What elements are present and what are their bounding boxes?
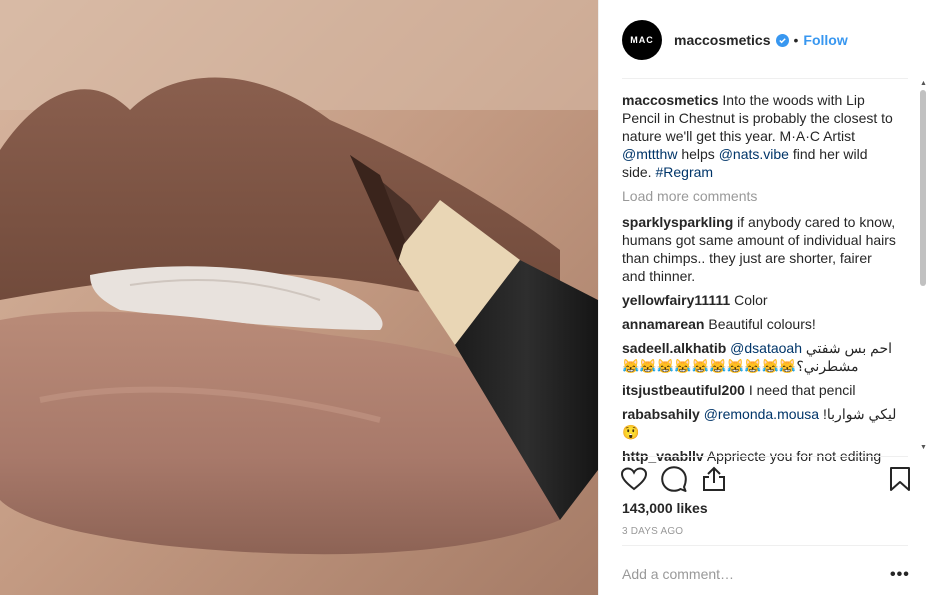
- scrollbar-thumb[interactable]: [920, 90, 926, 286]
- follow-button[interactable]: Follow: [803, 32, 847, 48]
- comments-scrollbar[interactable]: ▲ ▼: [918, 80, 926, 456]
- header-separator: •: [793, 32, 799, 48]
- author-username[interactable]: maccosmetics: [674, 32, 771, 48]
- comment-text: Color: [734, 292, 768, 308]
- post-caption: maccosmetics Into the woods with Lip Pen…: [622, 91, 898, 181]
- comment-item: sadeell.alkhatib @dsataoah احم بس شفتي م…: [622, 339, 898, 375]
- more-options-button[interactable]: •••: [890, 566, 910, 584]
- comments-divider: [622, 456, 908, 457]
- action-bar: [620, 465, 912, 495]
- likes-count[interactable]: 143,000 likes: [622, 500, 708, 516]
- comment-item: itsjustbeautiful200 I need that pencil: [622, 381, 898, 399]
- caption-text-2: helps: [677, 146, 719, 162]
- comment-bubble-icon[interactable]: [660, 465, 688, 493]
- caption-username[interactable]: maccosmetics: [622, 92, 719, 108]
- caption-mention-1[interactable]: @mttthw: [622, 146, 677, 162]
- post-timestamp[interactable]: 3 DAYS AGO: [622, 526, 683, 537]
- comment-username[interactable]: rababsahily: [622, 406, 700, 422]
- comment-item: rababsahily @remonda.mousa ليكي شواربا!😲: [622, 405, 898, 441]
- caption-mention-2[interactable]: @nats.vibe: [719, 146, 789, 162]
- post-header: MAC maccosmetics • Follow: [622, 20, 906, 60]
- comment-item: yellowfairy11111 Color: [622, 291, 898, 309]
- like-heart-icon[interactable]: [620, 465, 648, 493]
- comment-username[interactable]: yellowfairy11111: [622, 292, 730, 308]
- comment-mention[interactable]: @dsataoah: [730, 340, 802, 356]
- footer-divider: [622, 545, 908, 546]
- comment-item: annamarean Beautiful colours!: [622, 315, 898, 333]
- lip-pencil-photo: [0, 0, 598, 595]
- avatar-logo-text: MAC: [630, 35, 654, 45]
- save-bookmark-icon[interactable]: [886, 465, 914, 493]
- comment-username[interactable]: annamarean: [622, 316, 704, 332]
- comment-username[interactable]: itsjustbeautiful200: [622, 382, 745, 398]
- comment-text: Beautiful colours!: [708, 316, 816, 332]
- load-more-comments-button[interactable]: Load more comments: [622, 187, 898, 205]
- comment-text: I need that pencil: [748, 382, 856, 398]
- comment-mention[interactable]: @remonda.mousa: [704, 406, 819, 422]
- scroll-down-arrow-icon[interactable]: ▼: [920, 444, 926, 451]
- scroll-up-arrow-icon[interactable]: ▲: [920, 80, 926, 87]
- author-avatar[interactable]: MAC: [622, 20, 662, 60]
- post-image[interactable]: [0, 0, 598, 595]
- add-comment-input[interactable]: Add a comment…: [622, 566, 734, 582]
- comment-username[interactable]: sparklysparkling: [622, 214, 733, 230]
- share-icon[interactable]: [700, 465, 728, 493]
- header-divider: [622, 78, 908, 79]
- caption-hashtag[interactable]: #Regram: [655, 164, 713, 180]
- comment-item: sparklysparkling if anybody cared to kno…: [622, 213, 898, 285]
- comments-list[interactable]: maccosmetics Into the woods with Lip Pen…: [622, 91, 898, 464]
- comment-username[interactable]: sadeell.alkhatib: [622, 340, 726, 356]
- verified-badge-icon: [775, 33, 789, 47]
